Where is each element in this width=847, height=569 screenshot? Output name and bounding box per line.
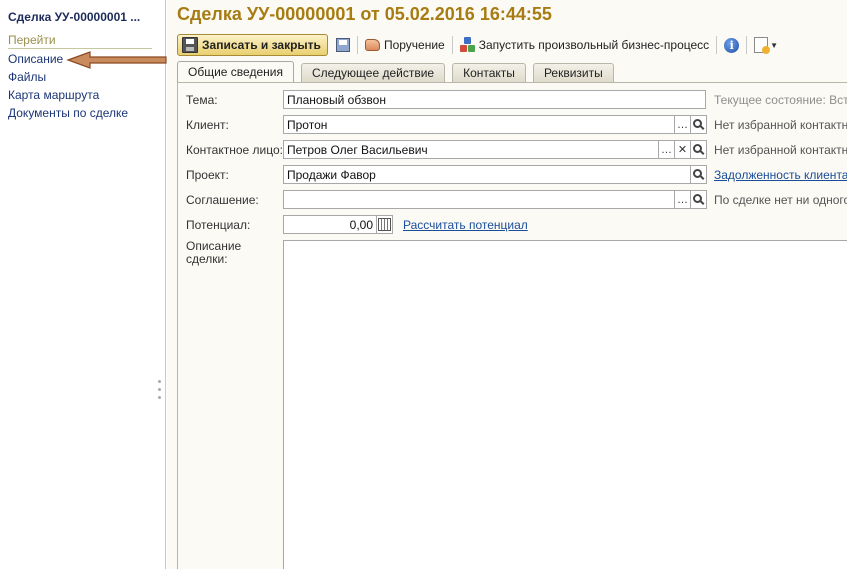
toolbar-separator	[716, 36, 718, 54]
client-open-button[interactable]	[691, 115, 707, 134]
nav-item-deal-documents[interactable]: Документы по сделке	[8, 106, 128, 120]
contact-person-input[interactable]: Петров Олег Васильевич	[283, 140, 659, 159]
client-contact-info-text: Нет избранной контактной	[714, 118, 847, 132]
agreement-select-button[interactable]: …	[675, 190, 691, 209]
calculator-button[interactable]	[377, 215, 393, 234]
current-state-text: Текущее состояние: Встре	[714, 93, 847, 107]
topic-input[interactable]: Плановый обзвон	[283, 90, 706, 109]
project-label: Проект:	[186, 168, 229, 182]
agreement-open-button[interactable]	[691, 190, 707, 209]
client-input[interactable]: Протон	[283, 115, 675, 134]
contact-clear-button[interactable]: ✕	[675, 140, 691, 159]
save-icon	[182, 37, 198, 53]
info-icon: i	[724, 37, 740, 53]
disk-icon	[335, 38, 350, 52]
chevron-down-icon: ▼	[770, 40, 779, 50]
calculator-icon	[378, 218, 391, 231]
contact-person-label: Контактное лицо:	[186, 143, 283, 157]
tab-bar: Общие сведения Следующее действие Контак…	[177, 61, 621, 83]
toolbar-separator	[746, 36, 748, 54]
search-icon	[693, 119, 702, 128]
potential-input[interactable]: 0,00	[283, 215, 377, 234]
tab-general[interactable]: Общие сведения	[177, 61, 294, 82]
calculate-potential-link[interactable]: Рассчитать потенциал	[403, 218, 528, 232]
project-input[interactable]: Продажи Фавор	[283, 165, 691, 184]
document-form: Сделка УУ-00000001 от 05.02.2016 16:44:5…	[167, 0, 847, 569]
nav-title: Сделка УУ-00000001 ...	[8, 10, 141, 24]
contact-select-button[interactable]: …	[659, 140, 675, 159]
start-business-process-label: Запустить произвольный бизнес-процесс	[478, 38, 710, 52]
business-process-icon	[459, 37, 475, 53]
potential-label: Потенциал:	[186, 218, 251, 232]
assignment-button[interactable]: Поручение	[362, 34, 448, 56]
contact-info-text: Нет избранной контактной	[714, 143, 847, 157]
topic-label: Тема:	[186, 93, 218, 107]
nav-item-description[interactable]: Описание	[8, 52, 63, 66]
agreement-input[interactable]	[283, 190, 675, 209]
client-select-button[interactable]: …	[675, 115, 691, 134]
start-business-process-button[interactable]: Запустить произвольный бизнес-процесс	[457, 34, 712, 56]
search-icon	[693, 144, 702, 153]
save-button[interactable]	[333, 34, 353, 56]
tab-next-action[interactable]: Следующее действие	[300, 63, 446, 82]
agreement-info-text: По сделке нет ни одного с	[714, 193, 847, 207]
contact-open-button[interactable]	[691, 140, 707, 159]
agreement-label: Соглашение:	[186, 193, 259, 207]
save-and-close-label: Записать и закрыть	[202, 38, 321, 52]
save-and-close-button[interactable]: Записать и закрыть	[177, 34, 328, 56]
project-open-button[interactable]	[691, 165, 707, 184]
nav-item-files[interactable]: Файлы	[8, 70, 46, 84]
more-actions-button[interactable]: ▼	[751, 34, 781, 56]
client-label: Клиент:	[186, 118, 229, 132]
toolbar: Записать и закрыть Поручение Запустить п…	[177, 33, 781, 57]
search-icon	[693, 194, 702, 203]
info-button[interactable]: i	[721, 34, 742, 56]
splitter-handle[interactable]	[158, 380, 164, 404]
arrow-annotation	[66, 51, 167, 69]
nav-item-route-map[interactable]: Карта маршрута	[8, 88, 99, 102]
nav-header-go-to: Перейти	[8, 33, 152, 49]
client-debt-link[interactable]: Задолженность клиента	[714, 168, 847, 182]
description-label: Описание сделки:	[186, 239, 242, 266]
document-actions-icon	[754, 37, 771, 54]
description-textarea[interactable]	[283, 240, 847, 569]
toolbar-separator	[356, 36, 358, 54]
search-icon	[693, 169, 702, 178]
general-info-panel: Тема: Плановый обзвон Текущее состояние:…	[177, 82, 847, 569]
document-title: Сделка УУ-00000001 от 05.02.2016 16:44:5…	[177, 4, 552, 24]
assignment-label: Поручение	[383, 38, 445, 52]
navigation-panel: Сделка УУ-00000001 ... Перейти Описание …	[0, 0, 167, 569]
close-icon: ✕	[677, 144, 688, 156]
hand-icon	[364, 39, 380, 51]
tab-contacts[interactable]: Контакты	[452, 63, 526, 82]
toolbar-separator	[451, 36, 453, 54]
tab-requisites[interactable]: Реквизиты	[532, 63, 614, 82]
